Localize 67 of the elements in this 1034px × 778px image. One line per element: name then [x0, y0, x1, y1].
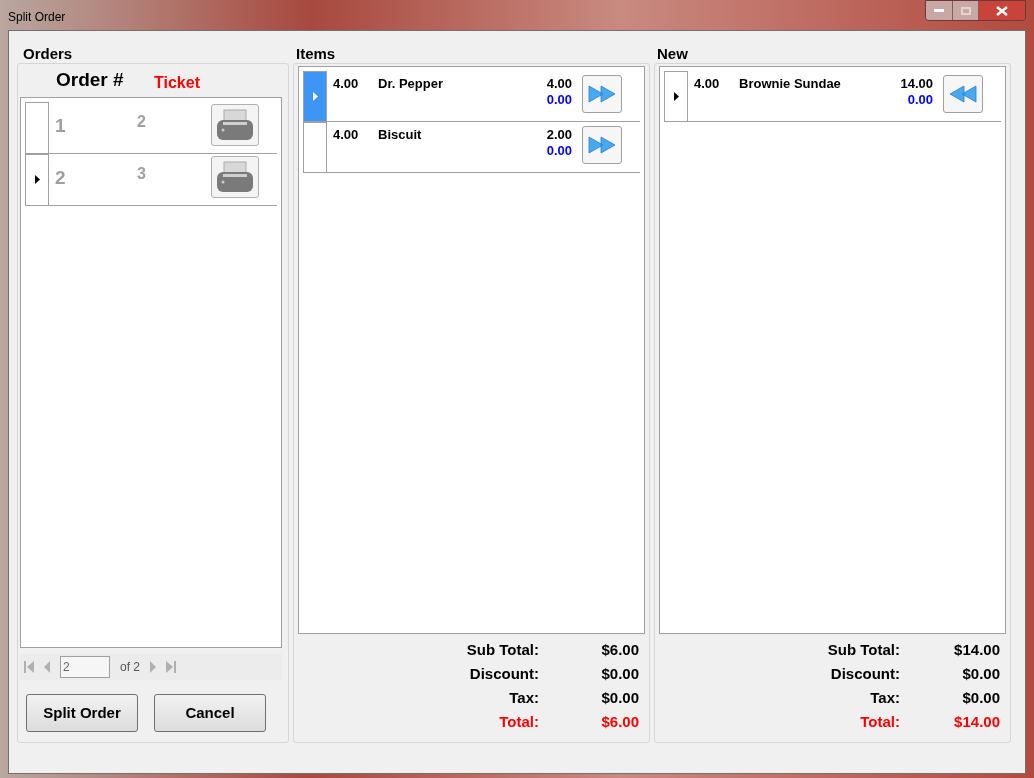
- total-label: Sub Total:: [465, 640, 539, 660]
- panel-title: Items: [295, 45, 336, 63]
- total-label: Total:: [859, 712, 900, 732]
- quantity: 4.00: [333, 126, 360, 144]
- total-value: $0.00: [961, 688, 1000, 708]
- row-pointer-icon: [673, 92, 679, 101]
- row-pointer-icon: [312, 92, 318, 101]
- row-header[interactable]: [303, 122, 327, 173]
- total-label: Total:: [498, 712, 539, 732]
- next-page-icon[interactable]: [150, 661, 156, 673]
- total-value: $14.00: [953, 712, 1000, 732]
- page-number-field[interactable]: 2: [60, 656, 110, 678]
- total-label: Discount:: [468, 664, 539, 684]
- minimize-icon: [934, 8, 944, 13]
- move-item-button[interactable]: [943, 75, 983, 113]
- total-value: $0.00: [600, 688, 639, 708]
- item-price: 4.00: [546, 76, 572, 92]
- item-price: 14.00: [900, 76, 933, 92]
- total-value: $0.00: [961, 664, 1000, 684]
- print-button[interactable]: [211, 103, 259, 146]
- item-discount: 0.00: [546, 92, 572, 108]
- column-header: Ticket: [153, 72, 200, 93]
- item-price: 2.00: [546, 127, 572, 143]
- page-count: of 2: [120, 659, 140, 676]
- row-header[interactable]: [303, 71, 327, 122]
- window-title: Split Order: [7, 9, 66, 26]
- row-header[interactable]: [25, 101, 49, 154]
- previous-page-icon[interactable]: [44, 661, 50, 673]
- close-icon: [996, 5, 1008, 16]
- item-name: Biscuit: [378, 126, 423, 144]
- quantity: 4.00: [694, 75, 721, 93]
- move-item-button[interactable]: [582, 126, 622, 164]
- printer-icon: [215, 107, 255, 142]
- first-page-icon[interactable]: [24, 661, 34, 673]
- item-discount: 0.00: [546, 143, 572, 159]
- item-discount: 0.00: [907, 92, 933, 108]
- minimize-button[interactable]: [926, 1, 953, 20]
- row-pointer-icon: [34, 175, 40, 184]
- ticket-number: 3: [137, 163, 147, 184]
- row-header[interactable]: [664, 71, 688, 122]
- item-name: Dr. Pepper: [378, 75, 445, 93]
- close-button[interactable]: [979, 1, 1025, 20]
- last-page-icon[interactable]: [166, 661, 176, 673]
- total-value: $6.00: [600, 712, 639, 732]
- total-value: $0.00: [600, 664, 639, 684]
- move-item-button[interactable]: [582, 75, 622, 113]
- ticket-number: 2: [137, 111, 147, 132]
- item-name: Brownie Sundae: [739, 75, 842, 93]
- panel-title: New: [656, 45, 688, 63]
- order-number: 1: [55, 113, 67, 138]
- dialog-button[interactable]: Split Order: [26, 694, 138, 732]
- maximize-button[interactable]: [953, 1, 979, 20]
- maximize-icon: [960, 6, 971, 15]
- order-number: 2: [55, 165, 67, 190]
- quantity: 4.00: [333, 75, 360, 93]
- total-label: Tax:: [869, 688, 900, 708]
- total-label: Discount:: [829, 664, 900, 684]
- total-label: Tax:: [508, 688, 539, 708]
- row-header[interactable]: [25, 153, 49, 206]
- total-label: Sub Total:: [826, 640, 900, 660]
- total-value: $6.00: [600, 640, 639, 660]
- total-value: $14.00: [953, 640, 1000, 660]
- column-header: Order #: [55, 68, 125, 92]
- dialog-button[interactable]: Cancel: [154, 694, 266, 732]
- printer-icon: [215, 159, 255, 194]
- print-button[interactable]: [211, 155, 259, 198]
- panel-title: Orders: [22, 45, 73, 63]
